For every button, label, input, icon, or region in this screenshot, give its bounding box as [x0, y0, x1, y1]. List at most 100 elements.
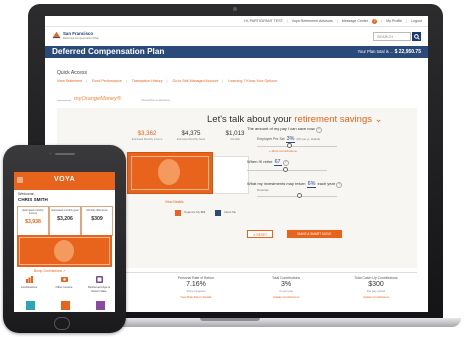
phone-col-income: Estimated monthly income $3,938: [17, 206, 49, 236]
reset-button[interactable]: ↺ RESET: [247, 230, 273, 238]
phone-bump-link[interactable]: Bump Contributions ↗: [34, 269, 66, 273]
reset-label: RESET: [256, 233, 268, 237]
summary-sub: Per pay period: [366, 289, 386, 293]
myorangemoney-brand: myOrangeMoney®: [74, 96, 122, 102]
chevron-down-icon[interactable]: ⌄: [375, 114, 383, 125]
phone-col-label: Monthly difference: [86, 209, 108, 212]
summary-value: 7.16%: [186, 281, 206, 288]
utility-link-logout[interactable]: Logout: [411, 19, 422, 23]
orange-money-bill: [127, 152, 213, 194]
phone-bump-label: Bump Contributions: [34, 269, 62, 273]
stat-value: $4,375: [181, 130, 201, 137]
page-title: Deferred Compensation Plan: [52, 47, 165, 56]
slider-thumb[interactable]: [287, 143, 292, 148]
phone-shortcut-label[interactable]: Other Income: [49, 285, 79, 289]
pre-tax-row: Employee Pre-Tax 3% (0% per yr, default): [257, 136, 412, 143]
plan-total: Your Plan total is ... $ 22,950.75: [357, 49, 421, 55]
help-icon[interactable]: ?: [336, 182, 343, 188]
more-contributions-link[interactable]: + More Contributions: [269, 149, 412, 153]
phone-col-label: Estimated monthly goal: [51, 209, 79, 212]
investment-return-text: What my investments may return: [247, 181, 306, 186]
phone-shortcut-label[interactable]: Contributions: [14, 285, 44, 289]
external-link-icon: ↗: [62, 269, 66, 273]
utility-link-profile[interactable]: My Profile: [386, 19, 402, 23]
bill-portrait-icon: [54, 240, 74, 262]
other-income-icon[interactable]: [61, 276, 68, 283]
utility-bar: Hi, PARTICIPANT TEST | Voya Retirement A…: [45, 16, 428, 27]
utility-link-message-center[interactable]: Message Center: [342, 19, 368, 23]
nav-tile-icon[interactable]: [96, 301, 105, 310]
nav-tile-icon[interactable]: [61, 301, 70, 310]
summary-value: 3%: [280, 281, 292, 288]
quick-link-fund-performance[interactable]: Fund Performance: [92, 79, 122, 83]
summary-catch-up: Total Catch Up Contributions $300 Per pa…: [337, 276, 415, 299]
help-icon[interactable]: ?: [282, 160, 289, 166]
plan-total-value: $ 22,950.75: [394, 49, 421, 55]
retire-age-slider[interactable]: [247, 167, 327, 173]
pre-tax-slider[interactable]: [257, 143, 337, 149]
page-title-bar: Deferred Compensation Plan Your Plan tot…: [45, 46, 428, 58]
summary-link[interactable]: View Rate Return Details: [157, 295, 235, 299]
each-year-text: each year: [317, 181, 336, 186]
quick-link-statement[interactable]: View Statement: [57, 79, 82, 83]
help-icon[interactable]: ?: [315, 127, 322, 133]
utility-link-advisors[interactable]: Voya Retirement Advisors: [292, 19, 333, 23]
summary-link[interactable]: Update Contributions: [337, 295, 415, 299]
person-icon[interactable]: [215, 210, 221, 216]
quick-link-self-managed[interactable]: Go to Self-Managed Account: [172, 79, 218, 83]
summary-label: Total Contributions: [271, 276, 301, 280]
quick-access-heading: Quick Access: [57, 70, 88, 76]
pre-tax-label: Employee Pre-Tax: [257, 137, 285, 141]
investment-return-label: What my investments may return 6% each y…: [247, 181, 412, 188]
retire-age-input[interactable]: 67: [273, 159, 282, 166]
phone-home-button[interactable]: [54, 317, 70, 330]
retire-label: When I'll retire 67 ?: [247, 159, 412, 166]
summary-sub: Since Inception: [186, 289, 206, 293]
slider-thumb[interactable]: [283, 167, 288, 172]
stat-estimated-need: $4,375 Estimated Monthly Need: [171, 130, 211, 141]
pre-tax-input[interactable]: 3%: [285, 136, 296, 143]
search-input[interactable]: SEARCH: [373, 32, 411, 41]
brand-row: San Francisco Deferred Compensation Plan…: [45, 27, 428, 46]
phone-orange-money-bill: [17, 235, 112, 267]
message-count-badge: 2: [372, 19, 378, 24]
voya-logo: VOYA: [54, 176, 76, 183]
panel-heading-topic-select[interactable]: retirement savings: [294, 114, 372, 125]
return-rate-input[interactable]: 6%: [306, 181, 317, 188]
quick-link-transaction-history[interactable]: Transaction History: [132, 79, 163, 83]
brand-logo-icon: [52, 31, 61, 39]
view-details-link[interactable]: View Details: [165, 200, 184, 204]
quick-link-learning[interactable]: Learning 7 Know Your Options: [228, 79, 277, 83]
myorangemoney-header: myOrangeMoney® Interactive experience: [57, 96, 417, 104]
shortcut-label-organize[interactable]: Organize My $$$: [184, 210, 214, 214]
search-icon: [413, 33, 420, 40]
search-button[interactable]: [412, 32, 421, 41]
summary-total-contributions: Total Contributions 3% of your pay Updat…: [247, 276, 325, 299]
retirement-age-icon[interactable]: [96, 276, 103, 283]
risk-level-label: Moderate: [257, 188, 269, 192]
shortcut-label-about[interactable]: About Me: [224, 210, 254, 214]
panel-heading: Let's talk about your retirement savings…: [207, 114, 383, 125]
contributions-icon[interactable]: [26, 276, 33, 283]
summary-label: Personal Rate of Return: [177, 276, 215, 280]
return-rate-slider[interactable]: [257, 193, 337, 199]
phone-shortcut-label[interactable]: Retirement Age & Return Rate: [84, 285, 114, 293]
phone-bottom-nav: [14, 300, 115, 312]
gift-icon[interactable]: [175, 210, 181, 216]
summary-value: $300: [368, 281, 384, 288]
smart-move-button[interactable]: MAKE A SMART MOVE: [287, 230, 342, 238]
retire-text: When I'll retire: [247, 159, 273, 164]
phone-speaker: [55, 153, 75, 155]
save-now-label: The amount of my pay I can save now ?: [247, 126, 412, 133]
menu-icon[interactable]: [17, 177, 23, 183]
slider-thumb[interactable]: [297, 193, 302, 198]
stat-label: Estimated Monthly Need: [176, 138, 206, 141]
panel-heading-prefix: Let's talk about your: [207, 114, 292, 125]
phone-col-difference: Monthly difference $309: [81, 206, 113, 236]
nav-tile-icon[interactable]: [26, 301, 35, 310]
brand-subtitle: Deferred Compensation Plan: [63, 36, 100, 40]
summary-link[interactable]: Update Contributions: [247, 295, 325, 299]
summary-rate-of-return: Personal Rate of Return 7.16% Since Ince…: [157, 276, 235, 299]
phone-screen: VOYA Welcome, CHRIS SMITH Estimated mont…: [14, 172, 115, 312]
phone-camera: [49, 152, 52, 155]
